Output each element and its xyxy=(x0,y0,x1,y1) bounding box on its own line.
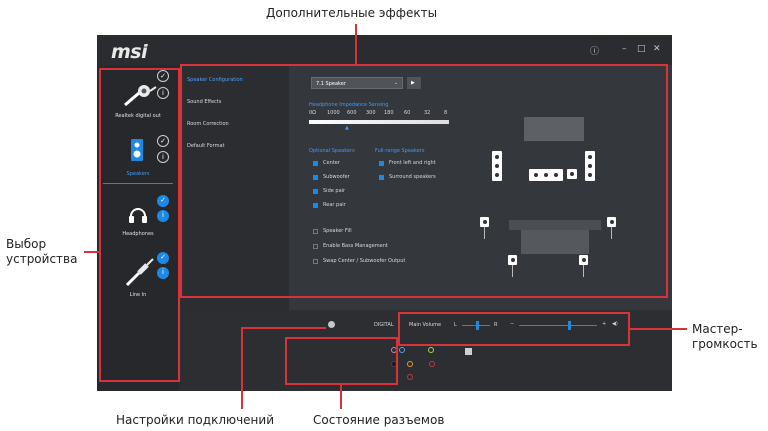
master-volume-highlight xyxy=(398,312,630,346)
msi-logo: msi xyxy=(111,41,148,63)
jack-status-panel xyxy=(387,343,491,385)
callout-master-volume: Мастер- громкость xyxy=(692,322,758,352)
jack-orange-icon[interactable] xyxy=(407,361,413,367)
effects-highlight xyxy=(180,64,668,298)
callout-master-volume-line2: громкость xyxy=(692,337,758,351)
leader-left xyxy=(84,251,100,253)
maximize-button[interactable]: □ xyxy=(637,44,646,54)
device-select-highlight xyxy=(99,68,180,382)
leader-connection-v xyxy=(241,327,243,409)
title-bar: msi ⓘ – □ ✕ xyxy=(97,35,672,65)
callout-device-select: Выбор устройства xyxy=(6,237,77,267)
leader-jack xyxy=(340,385,342,409)
front-panel-icon[interactable] xyxy=(465,348,472,355)
callout-device-select-line2: устройства xyxy=(6,252,78,266)
jack-rear-blue-icon[interactable] xyxy=(399,347,405,353)
callout-device-select-line1: Выбор xyxy=(6,237,47,251)
callout-jack-status: Состояние разъемов xyxy=(313,413,445,427)
leader-right xyxy=(629,328,687,330)
minimize-button[interactable]: – xyxy=(622,44,627,54)
jack-gray-icon[interactable] xyxy=(429,361,435,367)
connection-settings-gear-icon[interactable] xyxy=(328,321,335,328)
leader-connection-h xyxy=(241,327,326,329)
leader-top xyxy=(355,24,357,65)
info-icon[interactable]: ⓘ xyxy=(590,44,599,57)
callout-master-volume-line1: Мастер- xyxy=(692,322,743,336)
jack-status-highlight xyxy=(285,337,398,385)
close-button[interactable]: ✕ xyxy=(653,44,661,54)
jack-rear-green-icon[interactable] xyxy=(428,347,434,353)
jack-red-icon[interactable] xyxy=(407,374,413,380)
callout-connection-settings: Настройки подключений xyxy=(116,413,275,427)
callout-additional-effects: Дополнительные эффекты xyxy=(266,6,438,20)
digital-label: DIGITAL xyxy=(374,322,394,328)
